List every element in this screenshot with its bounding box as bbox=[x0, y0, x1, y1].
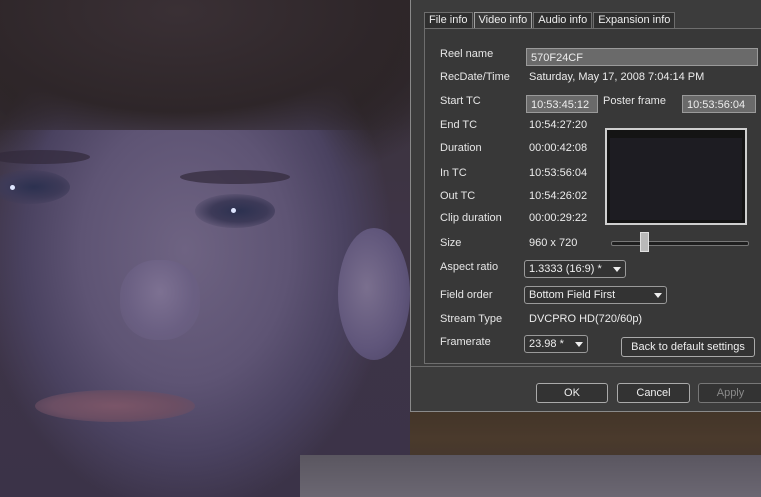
out-tc-value: 10:54:26:02 bbox=[529, 190, 588, 202]
aspect-ratio-value: 1.3333 (16:9) * bbox=[529, 263, 602, 275]
framerate-select[interactable]: 23.98 * bbox=[524, 335, 588, 353]
clip-duration-value: 00:00:29:22 bbox=[529, 212, 588, 224]
photo-paper bbox=[300, 455, 761, 497]
framerate-value: 23.98 * bbox=[529, 338, 564, 350]
out-tc-label: Out TC bbox=[440, 190, 476, 202]
ok-button[interactable]: OK bbox=[536, 383, 608, 403]
field-order-value: Bottom Field First bbox=[529, 289, 616, 301]
photo-left-eye bbox=[0, 170, 70, 204]
cancel-button[interactable]: Cancel bbox=[617, 383, 690, 403]
photo-mouth bbox=[35, 390, 195, 422]
chevron-down-icon bbox=[654, 293, 662, 298]
photo-left-brow bbox=[0, 150, 90, 164]
photo-nose bbox=[120, 260, 200, 340]
photo-right-brow bbox=[180, 170, 290, 184]
duration-label: Duration bbox=[440, 142, 482, 154]
field-order-select[interactable]: Bottom Field First bbox=[524, 286, 667, 304]
field-order-label: Field order bbox=[440, 289, 493, 301]
clip-duration-label: Clip duration bbox=[440, 212, 502, 224]
start-tc-field[interactable]: 10:53:45:12 bbox=[526, 95, 598, 113]
reel-name-field[interactable]: 570F24CF bbox=[526, 48, 758, 66]
poster-frame-label: Poster frame bbox=[603, 95, 666, 107]
chevron-down-icon bbox=[575, 342, 583, 347]
photo-ear bbox=[338, 228, 410, 360]
tab-expansion-info[interactable]: Expansion info bbox=[593, 12, 676, 28]
back-to-default-button[interactable]: Back to default settings bbox=[621, 337, 755, 357]
clip-properties-dialog: File info Video info Audio info Expansio… bbox=[410, 0, 761, 412]
poster-frame-field[interactable]: 10:53:56:04 bbox=[682, 95, 756, 113]
tab-video-info[interactable]: Video info bbox=[473, 12, 533, 28]
start-tc-label: Start TC bbox=[440, 95, 481, 107]
tab-audio-info[interactable]: Audio info bbox=[533, 12, 593, 28]
framerate-label: Framerate bbox=[440, 336, 491, 348]
aspect-ratio-label: Aspect ratio bbox=[440, 261, 499, 273]
photo-right-eye bbox=[195, 194, 275, 228]
divider bbox=[411, 366, 761, 367]
reel-name-label: Reel name bbox=[440, 48, 494, 60]
photo-hair bbox=[0, 0, 420, 130]
preview-image bbox=[610, 138, 742, 220]
in-tc-label: In TC bbox=[440, 167, 467, 179]
size-label: Size bbox=[440, 237, 462, 249]
poster-frame-slider-track[interactable] bbox=[611, 241, 749, 246]
stream-type-label: Stream Type bbox=[440, 313, 503, 325]
stream-type-value: DVCPRO HD(720/60p) bbox=[529, 313, 643, 325]
tab-bar: File info Video info Audio info Expansio… bbox=[424, 12, 676, 28]
duration-value: 00:00:42:08 bbox=[529, 142, 588, 154]
end-tc-value: 10:54:27:20 bbox=[529, 119, 588, 131]
recdate-label: RecDate/Time bbox=[440, 71, 510, 83]
apply-button[interactable]: Apply bbox=[698, 383, 761, 403]
chevron-down-icon bbox=[613, 267, 621, 272]
poster-frame-slider-thumb[interactable] bbox=[640, 232, 649, 252]
end-tc-label: End TC bbox=[440, 119, 478, 131]
size-value: 960 x 720 bbox=[529, 237, 578, 249]
tab-file-info[interactable]: File info bbox=[424, 12, 473, 28]
poster-frame-preview bbox=[605, 128, 747, 225]
in-tc-value: 10:53:56:04 bbox=[529, 167, 588, 179]
video-info-panel: Reel name 570F24CF RecDate/Time Saturday… bbox=[424, 28, 761, 364]
recdate-value: Saturday, May 17, 2008 7:04:14 PM bbox=[529, 71, 705, 83]
aspect-ratio-select[interactable]: 1.3333 (16:9) * bbox=[524, 260, 626, 278]
